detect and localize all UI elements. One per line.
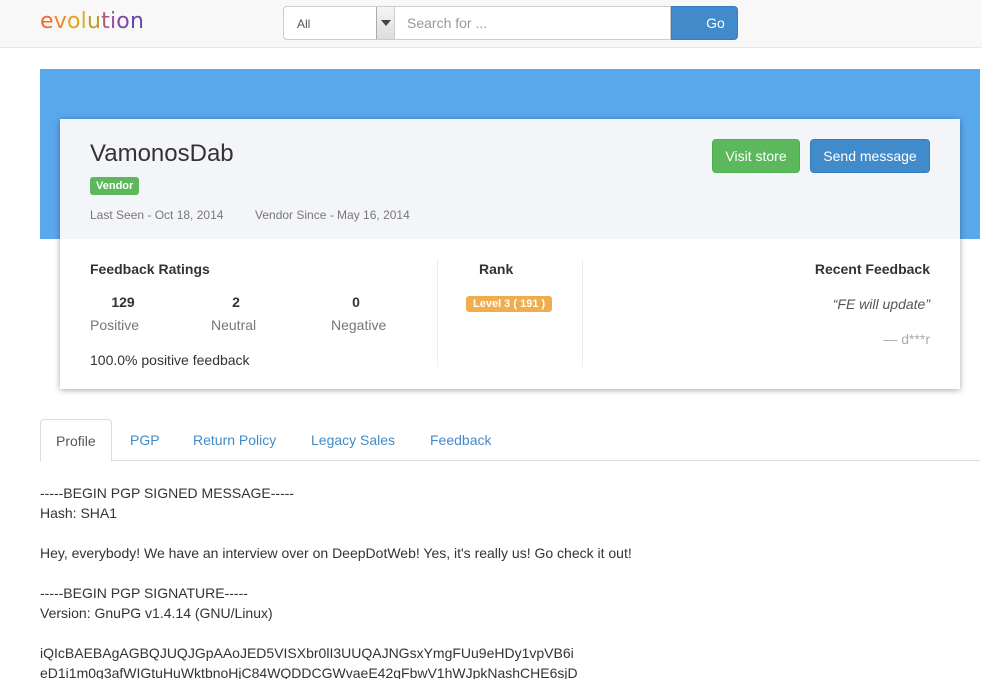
logo-letter: n — [129, 9, 145, 34]
text-line — [40, 563, 632, 583]
chevron-down-icon[interactable] — [376, 7, 394, 39]
visit-store-button[interactable]: Visit store — [712, 139, 800, 173]
text-line: iQIcBAEBAgAGBQJUQJGpAAoJED5VISXbr0lI3UUQ… — [40, 645, 574, 661]
text-line — [40, 523, 632, 543]
recent-feedback-title: Recent Feedback — [814, 261, 930, 277]
vendor-since-text: Vendor Since - May 16, 2014 — [255, 208, 410, 222]
send-message-button[interactable]: Send message — [810, 139, 930, 173]
tab-pgp[interactable]: PGP — [115, 419, 175, 461]
text-line: -----BEGIN PGP SIGNATURE----- — [40, 585, 248, 601]
vendor-name: VamonosDab — [90, 140, 234, 167]
category-select-value: All — [297, 17, 311, 31]
profile-card-header: VamonosDab Vendor Last Seen - Oct 18, 20… — [60, 119, 960, 239]
recent-feedback-quote: “FE will update” — [832, 296, 930, 312]
recent-feedback-author: — d***r — [883, 331, 930, 347]
top-navbar: evolution All Go — [0, 0, 982, 48]
go-button[interactable]: Go — [671, 6, 738, 40]
tab-feedback[interactable]: Feedback — [415, 419, 506, 461]
profile-tabs: Profile PGP Return Policy Legacy Sales F… — [40, 419, 980, 462]
neutral-label: Neutral — [211, 317, 257, 333]
positive-count: 129 — [111, 294, 135, 310]
rank-title: Rank — [479, 261, 514, 277]
evolution-logo[interactable]: evolution — [40, 9, 144, 34]
feedback-ratings-title: Feedback Ratings — [90, 261, 210, 277]
profile-card: VamonosDab Vendor Last Seen - Oct 18, 20… — [60, 119, 960, 389]
text-line — [40, 623, 632, 643]
text-line: Hash: SHA1 — [40, 505, 118, 521]
profile-description: -----BEGIN PGP SIGNED MESSAGE----- Hash:… — [40, 483, 632, 679]
logo-letter: t — [101, 9, 110, 34]
column-divider — [437, 259, 438, 367]
negative-label: Negative — [331, 317, 387, 333]
tab-return-policy[interactable]: Return Policy — [178, 419, 291, 461]
column-divider — [582, 259, 583, 367]
tab-profile[interactable]: Profile — [40, 419, 112, 462]
category-select[interactable]: All — [283, 6, 395, 40]
vendor-badge: Vendor — [90, 177, 140, 195]
positive-label: Positive — [90, 317, 140, 333]
logo-letter: u — [86, 9, 102, 34]
neutral-count: 2 — [232, 294, 240, 310]
positive-feedback-percent: 100.0% positive feedback — [90, 352, 250, 368]
text-line: eD1i1m0g3afWIGtuHuWktbnoHjC84WQDDCGWvaeE… — [40, 665, 578, 679]
logo-letter: v — [53, 9, 67, 34]
search-input[interactable] — [395, 6, 671, 40]
text-line: Version: GnuPG v1.4.14 (GNU/Linux) — [40, 605, 273, 621]
logo-letter: o — [66, 9, 81, 34]
logo-letter: e — [40, 9, 54, 34]
logo-letter: o — [116, 9, 130, 34]
last-seen-text: Last Seen - Oct 18, 2014 — [90, 208, 224, 222]
rank-badge: Level 3 ( 191 ) — [466, 296, 553, 312]
text-line: -----BEGIN PGP SIGNED MESSAGE----- — [40, 485, 295, 501]
negative-count: 0 — [352, 294, 360, 310]
text-line: Hey, everybody! We have an interview ove… — [40, 545, 632, 561]
tab-legacy-sales[interactable]: Legacy Sales — [296, 419, 410, 461]
